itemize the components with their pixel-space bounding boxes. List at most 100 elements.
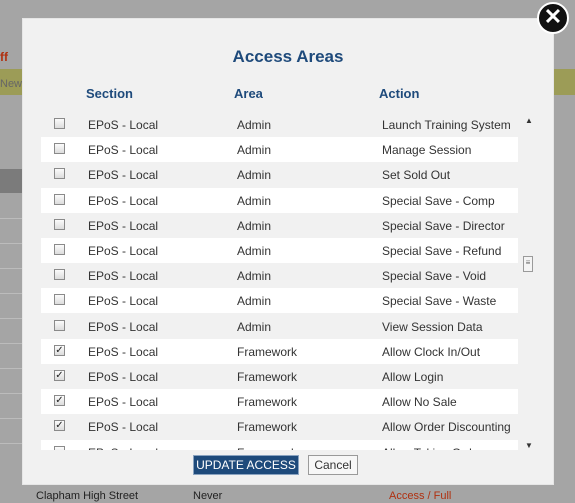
access-checkbox[interactable] xyxy=(54,269,65,281)
row-section: EPoS - Local xyxy=(88,218,159,233)
access-checkbox[interactable] xyxy=(54,168,65,180)
row-area: Admin xyxy=(237,143,272,158)
table-row: ✓ EPoS - Local Framework Allow Order Discou… xyxy=(41,414,518,439)
row-section: EPoS - Local xyxy=(88,395,159,410)
row-area: Admin xyxy=(237,244,272,258)
access-checkbox[interactable] xyxy=(54,319,65,331)
table-row: EPoS - Local Admin Special Save - Waste xyxy=(41,288,518,314)
access-checkbox[interactable] xyxy=(54,143,65,155)
background-value: Never xyxy=(193,490,223,502)
row-action: Allow Clock In/Out xyxy=(382,344,481,359)
access-checkbox[interactable]: ✓ xyxy=(54,420,65,432)
row-section: EPoS - Local xyxy=(88,193,159,208)
access-checkbox[interactable] xyxy=(54,244,65,255)
row-action: Manage Session xyxy=(382,143,472,158)
access-checkbox[interactable]: ✓ xyxy=(54,370,65,381)
row-action: Allow Login xyxy=(382,370,444,384)
table-row: ✓ EPoS - Local Framework Allow Login xyxy=(41,364,518,389)
row-action: Special Save - Comp xyxy=(382,193,495,208)
table-row: EPoS - Local Admin Special Save - Void xyxy=(41,263,518,288)
row-section: EPoS - Local xyxy=(88,446,158,450)
row-action: Special Save - Waste xyxy=(382,294,497,309)
dialog-title: Access Areas xyxy=(232,47,344,66)
table-row: ✓ EPoS - Local Framework Allow Clock In/Out xyxy=(41,338,518,364)
table-row: ✓ EPoS - Local Framework Allow No Sale xyxy=(41,389,518,415)
row-section: EPoS - Local xyxy=(88,294,159,309)
row-action: Allow Taking Orders xyxy=(382,446,489,450)
table-row: EPoS - Local Admin Special Save - Refund xyxy=(41,238,518,263)
column-header-section: Section xyxy=(86,86,133,101)
table-row: EPoS - Local Admin View Session Data xyxy=(41,314,518,339)
row-action: Special Save - Director xyxy=(382,218,505,233)
background-header-cell xyxy=(0,169,22,193)
row-area: Admin xyxy=(237,218,272,233)
background-bottom-row: Clapham High Street Never Access / Full xyxy=(0,490,575,503)
row-area: Framework xyxy=(237,344,298,359)
table-row: EPoS - Local Admin Manage Session xyxy=(41,137,518,163)
close-icon[interactable]: ✕ xyxy=(537,2,569,34)
row-section: EPoS - Local xyxy=(88,143,159,158)
background-divider xyxy=(0,268,22,269)
update-access-button[interactable]: UPDATE ACCESS xyxy=(193,455,299,475)
scroll-up-arrow-icon[interactable]: ▲ xyxy=(525,116,533,125)
access-checkbox[interactable] xyxy=(54,118,65,129)
background-divider xyxy=(0,418,22,419)
row-action: Allow No Sale xyxy=(382,395,457,410)
row-section: EPoS - Local xyxy=(88,420,159,435)
background-site-name: Clapham High Street xyxy=(36,490,139,502)
table-row: EPoS - Local Admin Special Save - Director xyxy=(41,213,518,238)
row-action: View Session Data xyxy=(382,319,483,334)
row-section: EPoS - Local xyxy=(88,319,159,334)
access-checkbox[interactable] xyxy=(54,445,65,450)
row-area: Framework xyxy=(237,370,298,384)
background-staff-text: ff xyxy=(0,50,8,64)
column-header-action: Action xyxy=(379,86,420,101)
access-list[interactable]: EPoS - Local Admin Launch Training System E… xyxy=(41,112,518,450)
background-divider xyxy=(0,368,22,369)
background-divider xyxy=(0,318,22,319)
row-area: Admin xyxy=(237,319,272,334)
column-header-area: Area xyxy=(234,86,263,101)
background-divider xyxy=(0,218,22,219)
row-action: Launch Training System xyxy=(382,118,511,132)
row-action: Special Save - Void xyxy=(382,269,487,284)
row-area: Admin xyxy=(237,168,272,183)
row-area: Admin xyxy=(237,269,272,284)
row-section: EPoS - Local xyxy=(88,370,159,384)
row-section: EPoS - Local xyxy=(88,118,159,132)
background-divider xyxy=(0,243,22,244)
table-row: EPoS - Local Admin Launch Training System xyxy=(41,112,518,137)
access-areas-dialog: Access Areas Section Area Action EPoS - … xyxy=(22,18,554,485)
row-action: Set Sold Out xyxy=(382,168,451,183)
row-section: EPoS - Local xyxy=(88,344,159,359)
table-row: EPoS - Local Framework Allow Taking Orders xyxy=(41,439,518,450)
row-section: EPoS - Local xyxy=(88,244,159,258)
row-area: Framework xyxy=(237,446,297,450)
background-new-text: New xyxy=(0,78,23,90)
access-checkbox[interactable] xyxy=(54,218,65,230)
access-checkbox[interactable]: ✓ xyxy=(54,344,65,356)
row-area: Admin xyxy=(237,294,272,309)
background-access-link[interactable]: Access / Full xyxy=(389,490,451,502)
background-divider xyxy=(0,393,22,394)
cancel-button[interactable]: Cancel xyxy=(308,455,358,475)
row-action: Special Save - Refund xyxy=(382,244,502,258)
row-area: Framework xyxy=(237,420,298,435)
row-area: Admin xyxy=(237,193,272,208)
scroll-thumb[interactable]: ≡ xyxy=(523,256,533,272)
access-checkbox[interactable]: ✓ xyxy=(54,395,65,407)
background-divider xyxy=(0,343,22,344)
access-checkbox[interactable] xyxy=(54,294,65,306)
list-scrollbar[interactable]: ▲ ≡ ▼ xyxy=(522,114,536,450)
table-row: EPoS - Local Admin Special Save - Comp xyxy=(41,187,518,213)
background-divider xyxy=(0,443,22,444)
row-section: EPoS - Local xyxy=(88,269,159,284)
table-row: EPoS - Local Admin Set Sold Out xyxy=(41,162,518,187)
row-section: EPoS - Local xyxy=(88,168,159,183)
row-area: Admin xyxy=(237,118,272,132)
row-area: Framework xyxy=(237,395,298,410)
access-checkbox[interactable] xyxy=(54,193,65,205)
row-action: Allow Order Discounting xyxy=(382,420,511,435)
scroll-down-arrow-icon[interactable]: ▼ xyxy=(525,441,533,450)
background-divider xyxy=(0,293,22,294)
